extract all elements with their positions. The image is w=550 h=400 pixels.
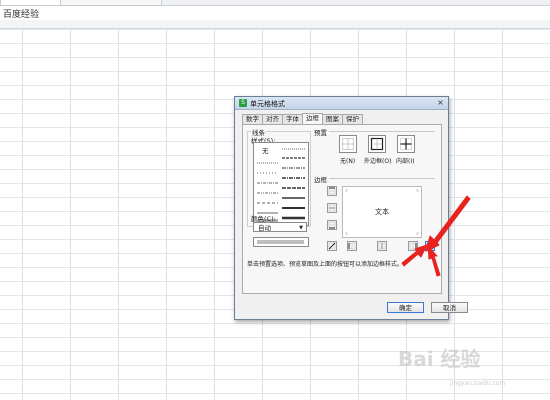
annotation-arrow-upper	[425, 195, 471, 252]
watermark-logo: Bai 经验	[398, 347, 481, 371]
watermark-url: jingyan.baidu.com	[450, 380, 506, 387]
annotation-arrow-left	[401, 244, 428, 267]
annotation-arrow-lower	[427, 245, 441, 277]
annotation-arrows	[401, 195, 471, 277]
